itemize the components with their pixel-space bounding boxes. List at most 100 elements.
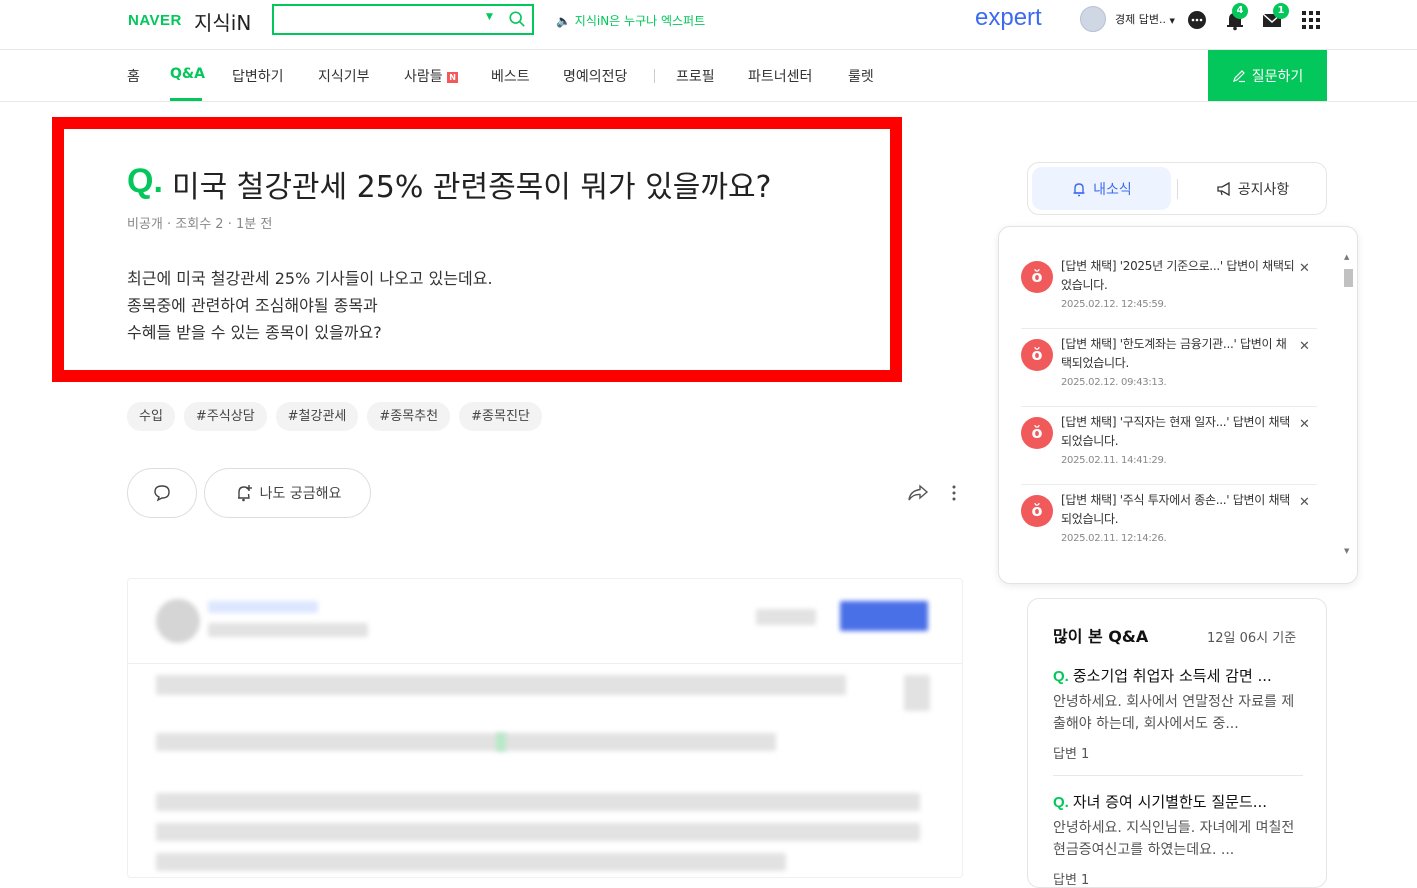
nav-partner-center[interactable]: 파트너센터 <box>748 66 812 86</box>
nav-active-underline <box>170 98 202 101</box>
chevron-down-icon: ▼ <box>1169 17 1175 25</box>
notification-item[interactable]: ŏ [답변 채택] '2025년 기준으로...' 답변이 채택되었습니다. 2… <box>1021 251 1317 329</box>
close-icon[interactable]: ✕ <box>1299 495 1310 510</box>
tag-chip[interactable]: 수입 <box>127 402 175 431</box>
question-mark: Q. <box>127 162 163 200</box>
adopted-icon: ŏ <box>1021 339 1053 371</box>
blurred-avatar <box>156 599 200 643</box>
nav-hall-of-fame[interactable]: 명예의전당 <box>563 66 627 86</box>
popular-item[interactable]: Q. 중소기업 취업자 소득세 감면 ... 안녕하세요. 회사에서 연말정산 자… <box>1053 665 1303 762</box>
notification-text: [답변 채택] '주식 투자에서 종손...' 답변이 채택되었습니다. <box>1061 493 1290 526</box>
popular-question[interactable]: Q. 중소기업 취업자 소득세 감면 ... <box>1053 665 1303 686</box>
nav-qna[interactable]: Q&A <box>170 66 205 82</box>
megaphone-icon <box>1217 181 1230 196</box>
search-dropdown-icon[interactable]: ▼ <box>486 12 493 22</box>
notification-item[interactable]: ŏ [답변 채택] '구직자는 현재 일자...' 답변이 채택되었습니다. 2… <box>1021 407 1317 485</box>
nav-people[interactable]: 사람들 N <box>404 66 459 86</box>
close-icon[interactable]: ✕ <box>1299 339 1310 354</box>
tab-my-news-label: 내소식 <box>1093 181 1132 198</box>
ask-button-label: 질문하기 <box>1251 68 1304 85</box>
comment-icon <box>154 485 170 502</box>
username-menu[interactable]: 경제 답변.. ▼ <box>1115 11 1175 27</box>
notification-time: 2025.02.12. 09:43:13. <box>1061 377 1167 388</box>
search-input[interactable]: ▼ <box>272 4 534 35</box>
blurred-text-line <box>156 793 920 811</box>
scroll-up-icon[interactable]: ▲ <box>1344 253 1349 261</box>
tag-chip[interactable]: #종목추천 <box>367 402 451 431</box>
nav-roulette[interactable]: 룰렛 <box>848 66 874 86</box>
chat-icon[interactable] <box>1186 9 1208 31</box>
popular-question[interactable]: Q. 자녀 증여 시기별한도 질문드... <box>1053 791 1303 812</box>
blurred-accent <box>496 733 506 751</box>
nav-best[interactable]: 베스트 <box>491 66 530 86</box>
close-icon[interactable]: ✕ <box>1299 261 1310 276</box>
question-meta: 비공개 · 조회수 2 · 1분 전 <box>127 217 273 232</box>
blurred-name <box>208 601 318 613</box>
top-header: NAVER 지식iN ▼ 🔈 지식iN은 누구나 엑스퍼트 expert 경제 … <box>0 0 1417 50</box>
adopted-icon: ŏ <box>1021 417 1053 449</box>
question-body-line: 수혜들 받을 수 있는 종목이 있을까요? <box>127 323 382 342</box>
username-text: 경제 답변.. <box>1115 13 1166 26</box>
tag-chip[interactable]: #철강관세 <box>275 402 359 431</box>
speaker-icon: 🔈 <box>556 14 571 28</box>
notification-badge: 4 <box>1232 3 1248 19</box>
blurred-info <box>756 609 816 625</box>
notification-scrollbar[interactable]: ▲ ▼ <box>1341 251 1353 561</box>
blurred-stats <box>156 675 846 695</box>
scroll-down-icon[interactable]: ▼ <box>1344 547 1349 555</box>
nav-people-label: 사람들 <box>404 69 443 85</box>
scroll-thumb[interactable] <box>1344 269 1353 287</box>
nav-profile[interactable]: 프로필 <box>676 66 715 86</box>
popular-question-text: 중소기업 취업자 소득세 감면 ... <box>1072 667 1272 685</box>
ask-question-button[interactable]: 질문하기 <box>1208 50 1327 101</box>
tab-separator <box>1177 179 1178 199</box>
expert-promo-link[interactable]: 🔈 지식iN은 누구나 엑스퍼트 <box>556 12 705 29</box>
notification-text: [답변 채택] '2025년 기준으로...' 답변이 채택되었습니다. <box>1061 259 1295 292</box>
close-icon[interactable]: ✕ <box>1299 417 1310 432</box>
popular-date: 12일 06시 기준 <box>1207 631 1297 646</box>
new-badge: N <box>447 72 459 83</box>
promo-text: 지식iN은 누구나 엑스퍼트 <box>574 14 706 28</box>
question-body-line: 최근에 미국 철강관세 25% 기사들이 나오고 있는데요. <box>127 269 493 288</box>
tag-chip[interactable]: #주식상담 <box>183 402 267 431</box>
question-body: 최근에 미국 철강관세 25% 기사들이 나오고 있는데요. 종목중에 관련하여… <box>127 265 493 346</box>
search-icon[interactable] <box>508 10 526 28</box>
answer-card-blurred <box>127 578 963 878</box>
popular-item[interactable]: Q. 자녀 증여 시기별한도 질문드... 안녕하세요. 지식인님들. 자녀에게 … <box>1053 791 1303 888</box>
mail-badge: 1 <box>1273 3 1289 19</box>
comment-button[interactable] <box>127 468 197 518</box>
avatar[interactable] <box>1080 6 1106 32</box>
kin-logo[interactable]: 지식iN <box>194 7 251 36</box>
tab-my-news[interactable]: 내소식 <box>1032 167 1171 210</box>
naver-logo[interactable]: NAVER <box>128 12 182 29</box>
question-body-line: 종목중에 관련하여 조심해야될 종목과 <box>127 296 378 315</box>
more-options-icon[interactable] <box>948 484 960 502</box>
share-icon[interactable] <box>907 484 929 502</box>
pencil-icon <box>1232 69 1245 82</box>
question-mark: Q. <box>1053 794 1069 811</box>
apps-grid-icon[interactable] <box>1300 9 1322 31</box>
popular-body: 안녕하세요. 지식인님들. 자녀에게 며칠전 현금증여신고를 하였는데요. ..… <box>1053 820 1295 858</box>
tag-chip[interactable]: #종목진단 <box>459 402 542 431</box>
nav-donate[interactable]: 지식기부 <box>318 66 370 86</box>
blurred-side <box>904 675 930 711</box>
notification-item[interactable]: ŏ [답변 채택] '주식 투자에서 종손...' 답변이 채택되었습니다. 2… <box>1021 485 1317 563</box>
blurred-button <box>840 601 928 631</box>
card-divider <box>128 663 962 664</box>
bell-outline-icon <box>1073 182 1085 196</box>
nav-answer[interactable]: 답변하기 <box>232 66 284 86</box>
blurred-rank <box>208 623 368 637</box>
tab-notice[interactable]: 공지사항 <box>1183 167 1322 210</box>
popular-body: 안녕하세요. 회사에서 연말정산 자료를 제출해야 하는데, 회사에서도 중..… <box>1053 694 1295 732</box>
notification-text: [답변 채택] '한도계좌는 금융기관...' 답변이 채택되었습니다. <box>1061 337 1287 370</box>
blurred-tags <box>156 733 776 751</box>
nav-home[interactable]: 홈 <box>127 66 140 86</box>
curious-button[interactable]: 나도 궁금해요 <box>204 468 371 518</box>
notification-time: 2025.02.11. 14:41:29. <box>1061 455 1167 466</box>
popular-answer-count: 답변 1 <box>1053 747 1090 762</box>
curious-button-label: 나도 궁금해요 <box>259 486 342 502</box>
popular-question-text: 자녀 증여 시기별한도 질문드... <box>1072 793 1268 811</box>
popular-qna-panel: 많이 본 Q&A 12일 06시 기준 Q. 중소기업 취업자 소득세 감면 ..… <box>1027 598 1327 888</box>
expert-logo[interactable]: expert <box>975 4 1042 32</box>
notification-item[interactable]: ŏ [답변 채택] '한도계좌는 금융기관...' 답변이 채택되었습니다. 2… <box>1021 329 1317 407</box>
